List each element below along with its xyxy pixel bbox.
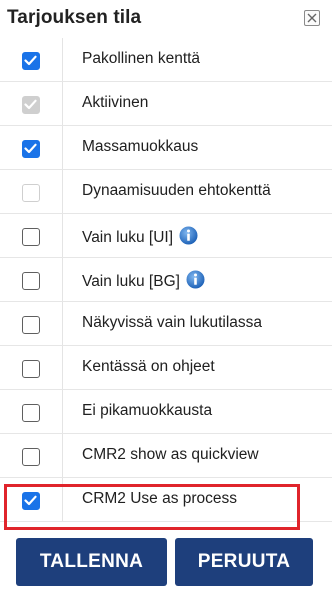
field-settings-dialog: Tarjouksen tila Pakollinen kenttä Aktiivi… [0, 0, 332, 592]
option-label-text: Pakollinen kenttä [82, 50, 201, 67]
column-divider [62, 214, 63, 258]
column-divider [62, 170, 63, 214]
column-divider [62, 434, 63, 478]
option-label-text: Kentässä on ohjeet [82, 358, 215, 375]
option-checkbox[interactable] [22, 448, 40, 466]
option-label-text: Ei pikamuokkausta [82, 402, 213, 419]
option-row: Ei pikamuokkausta [0, 390, 332, 434]
column-divider [62, 126, 63, 170]
dialog-header: Tarjouksen tila [0, 0, 332, 40]
close-icon[interactable] [304, 10, 320, 26]
option-label-text: Vain luku [UI] [82, 229, 174, 246]
option-row: Näkyvissä vain lukutilassa [0, 302, 332, 346]
option-label: Pakollinen kenttä [82, 50, 200, 68]
cancel-button[interactable]: PERUUTA [175, 538, 313, 586]
dialog-title: Tarjouksen tila [7, 7, 142, 28]
option-label: CMR2 show as quickview [82, 446, 259, 464]
option-checkbox[interactable] [22, 52, 40, 70]
option-label-text: Aktiivinen [82, 94, 149, 111]
option-checkbox[interactable] [22, 404, 40, 422]
option-checkbox[interactable] [22, 228, 40, 246]
option-checkbox[interactable] [22, 140, 40, 158]
option-label: Näkyvissä vain lukutilassa [82, 314, 262, 332]
option-row: Vain luku [BG] [0, 258, 332, 302]
option-label: Aktiivinen [82, 94, 148, 112]
option-label: Dynaamisuuden ehtokenttä [82, 182, 271, 200]
column-divider [62, 38, 63, 82]
option-row: Kentässä on ohjeet [0, 346, 332, 390]
column-divider [62, 258, 63, 302]
option-label-text: CMR2 show as quickview [82, 446, 259, 463]
info-icon[interactable] [179, 226, 198, 245]
option-checkbox[interactable] [22, 272, 40, 290]
option-label-text: Näkyvissä vain lukutilassa [82, 314, 263, 331]
option-row: Pakollinen kenttä [0, 38, 332, 82]
column-divider [62, 346, 63, 390]
option-checkbox [22, 96, 40, 114]
option-row: CMR2 show as quickview [0, 434, 332, 478]
option-row: Vain luku [UI] [0, 214, 332, 258]
option-checkbox [22, 184, 40, 202]
option-label-text: Vain luku [BG] [82, 273, 180, 290]
column-divider [62, 390, 63, 434]
option-label: Vain luku [UI] [82, 226, 198, 247]
option-label: Ei pikamuokkausta [82, 402, 212, 420]
option-row: Dynaamisuuden ehtokenttä [0, 170, 332, 214]
option-label: Kentässä on ohjeet [82, 358, 215, 376]
option-row: Aktiivinen [0, 82, 332, 126]
option-label: Massamuokkaus [82, 138, 198, 156]
highlight-frame [4, 484, 300, 530]
option-checkbox[interactable] [22, 360, 40, 378]
info-icon[interactable] [186, 270, 205, 289]
option-row: Massamuokkaus [0, 126, 332, 170]
save-button[interactable]: TALLENNA [16, 538, 167, 586]
option-label: Vain luku [BG] [82, 270, 205, 291]
option-label-text: Dynaamisuuden ehtokenttä [82, 182, 271, 199]
column-divider [62, 302, 63, 346]
options-list: Pakollinen kenttä Aktiivinen Massamuokkaus… [0, 38, 332, 522]
dialog-footer: TALLENNA PERUUTA [0, 536, 332, 592]
option-checkbox[interactable] [22, 316, 40, 334]
column-divider [62, 82, 63, 126]
option-label-text: Massamuokkaus [82, 138, 199, 155]
